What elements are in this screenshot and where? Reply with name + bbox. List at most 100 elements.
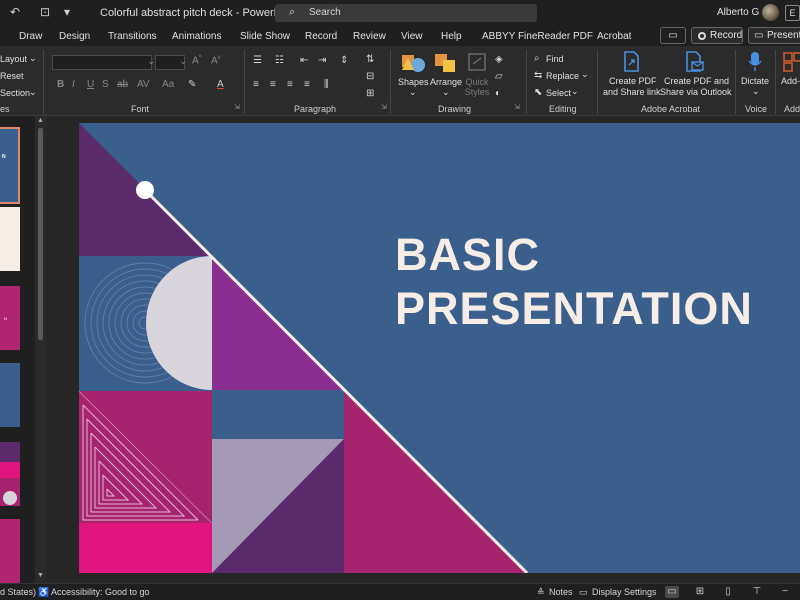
dictate-button[interactable]: Dictate ⌄ <box>739 50 771 100</box>
drawing-launcher-icon[interactable]: ⇲ <box>514 103 520 111</box>
tab-review[interactable]: Review <box>353 31 386 42</box>
section-button[interactable]: Section <box>0 88 30 98</box>
font-size-dropdown-icon[interactable]: ⌄ <box>179 56 187 67</box>
strikethrough-button[interactable]: ab <box>117 79 128 90</box>
display-settings-icon[interactable]: ▭ <box>579 587 588 598</box>
tab-transitions[interactable]: Transitions <box>108 31 157 42</box>
user-name[interactable]: Alberto G <box>717 7 759 18</box>
line-spacing-icon[interactable]: ⇕ <box>340 55 348 66</box>
underline-button[interactable]: U <box>87 79 94 90</box>
align-left-icon[interactable]: ≡ <box>253 79 259 90</box>
increase-font-icon[interactable]: A^ <box>192 55 202 66</box>
reset-button[interactable]: Reset <box>0 71 24 81</box>
addins-button[interactable]: Add- <box>779 50 800 100</box>
create-pdf-share-outlook-button[interactable]: Create PDF and Share via Outlook <box>659 50 732 100</box>
slide-thumbnail-4[interactable] <box>0 363 20 427</box>
slide-thumbnail-2[interactable] <box>0 207 20 271</box>
tab-animations[interactable]: Animations <box>172 31 221 42</box>
replace-button[interactable]: Replace <box>546 71 579 81</box>
zoom-out-icon[interactable]: − <box>778 586 792 598</box>
numbering-icon[interactable]: ☷ <box>275 55 284 66</box>
shapes-button[interactable]: Shapes ⌄ <box>397 50 429 98</box>
slide-artwork <box>79 123 800 573</box>
highlight-icon[interactable]: ✎ <box>188 79 196 90</box>
arrange-button[interactable]: Arrange ⌄ <box>429 50 463 98</box>
layout-button[interactable]: Layout <box>0 54 27 64</box>
slide-thumbnail-1[interactable]: N <box>0 127 20 204</box>
paragraph-launcher-icon[interactable]: ⇲ <box>381 103 387 111</box>
slide-title[interactable]: BASIC PRESENTATION <box>395 228 753 336</box>
reading-view-icon[interactable]: ▯ <box>721 586 735 598</box>
change-case-button[interactable]: Aa <box>162 79 174 90</box>
search-box[interactable]: ⌕ Search <box>275 4 537 22</box>
select-icon[interactable]: ⬉ <box>534 87 542 98</box>
slide-canvas[interactable] <box>79 123 800 573</box>
accessibility-status[interactable]: Accessibility: Good to go <box>51 587 150 597</box>
shadow-button[interactable]: S <box>102 79 109 90</box>
slide-thumbnail-6[interactable] <box>0 519 20 583</box>
font-name-combo[interactable] <box>52 55 152 70</box>
slide-thumbnail-5[interactable] <box>0 442 20 506</box>
undo-icon[interactable]: ↶ <box>8 5 22 19</box>
notes-icon[interactable]: ≙ <box>537 587 545 598</box>
create-pdf-share-link-button[interactable]: Create PDF and Share link <box>601 50 661 100</box>
decrease-indent-icon[interactable]: ⇤ <box>300 55 308 66</box>
font-launcher-icon[interactable]: ⇲ <box>234 103 240 111</box>
comments-button[interactable]: ▭ <box>660 27 686 44</box>
slide-sorter-icon[interactable]: ⊞ <box>693 586 707 598</box>
avatar[interactable] <box>762 4 779 21</box>
align-center-icon[interactable]: ≡ <box>270 79 276 90</box>
present-button[interactable]: ▭ Present <box>748 27 800 44</box>
thumbnails-scrollbar[interactable]: ▲ ▼ <box>35 116 46 583</box>
tab-view[interactable]: View <box>401 31 423 42</box>
tab-draw[interactable]: Draw <box>19 31 42 42</box>
slide-thumbnail-3[interactable]: N <box>0 286 20 350</box>
font-color-icon[interactable]: A <box>217 79 224 90</box>
tab-slide-show[interactable]: Slide Show <box>240 31 290 42</box>
customize-quick-access-icon[interactable]: ▾ <box>60 5 74 19</box>
scrollbar-thumb[interactable] <box>38 128 43 340</box>
section-dropdown-icon[interactable]: ⌄ <box>29 87 37 98</box>
tab-acrobat[interactable]: Acrobat <box>597 31 631 42</box>
slide-show-icon[interactable]: ⊤ <box>750 586 764 598</box>
justify-icon[interactable]: ≡ <box>304 79 310 90</box>
shape-outline-icon[interactable]: ▱ <box>495 71 503 82</box>
tab-abbyy[interactable]: ABBYY FineReader PDF <box>482 31 593 42</box>
replace-dropdown-icon[interactable]: ⌄ <box>581 69 589 80</box>
scroll-down-icon[interactable]: ▼ <box>37 572 44 579</box>
normal-view-icon[interactable]: ▭ <box>665 586 679 598</box>
select-dropdown-icon[interactable]: ⌄ <box>571 86 579 97</box>
present-from-start-icon[interactable]: ⊡ <box>38 5 52 19</box>
align-right-icon[interactable]: ≡ <box>287 79 293 90</box>
align-text-icon[interactable]: ⊟ <box>366 71 374 82</box>
quick-styles-button[interactable]: Quick Styles <box>464 50 490 100</box>
spacing-button[interactable]: AV <box>137 79 150 90</box>
replace-icon[interactable]: ⇆ <box>534 70 542 81</box>
bullets-icon[interactable]: ☰ <box>253 55 262 66</box>
share-outlook-label-1: Create PDF and <box>664 76 730 86</box>
tab-design[interactable]: Design <box>59 31 90 42</box>
bold-button[interactable]: B <box>57 79 64 90</box>
shape-effects-icon[interactable]: ◐ <box>495 88 501 99</box>
increase-indent-icon[interactable]: ⇥ <box>318 55 326 66</box>
find-button[interactable]: Find <box>546 54 564 64</box>
text-direction-icon[interactable]: ⇅ <box>366 54 374 65</box>
layout-dropdown-icon[interactable]: ⌄ <box>29 53 37 64</box>
display-settings-button[interactable]: Display Settings <box>592 587 657 597</box>
accessibility-icon[interactable]: ♿ <box>38 587 49 598</box>
italic-button[interactable]: I <box>72 79 75 90</box>
notes-button[interactable]: Notes <box>549 587 573 597</box>
shape-fill-icon[interactable]: ◈ <box>495 54 503 65</box>
language-indicator[interactable]: d States) <box>0 587 36 597</box>
decrease-font-icon[interactable]: Av <box>211 55 221 66</box>
title-badge[interactable]: E <box>785 5 800 21</box>
smartart-icon[interactable]: ⊞ <box>366 88 374 99</box>
tab-help[interactable]: Help <box>441 31 462 42</box>
find-icon[interactable]: ⌕ <box>534 53 540 64</box>
record-button[interactable]: Record <box>691 27 743 44</box>
tab-record[interactable]: Record <box>305 31 337 42</box>
divider <box>390 50 391 114</box>
select-button[interactable]: Select <box>546 88 571 98</box>
scroll-up-icon[interactable]: ▲ <box>37 117 44 124</box>
columns-icon[interactable]: ⫼ <box>324 79 329 90</box>
